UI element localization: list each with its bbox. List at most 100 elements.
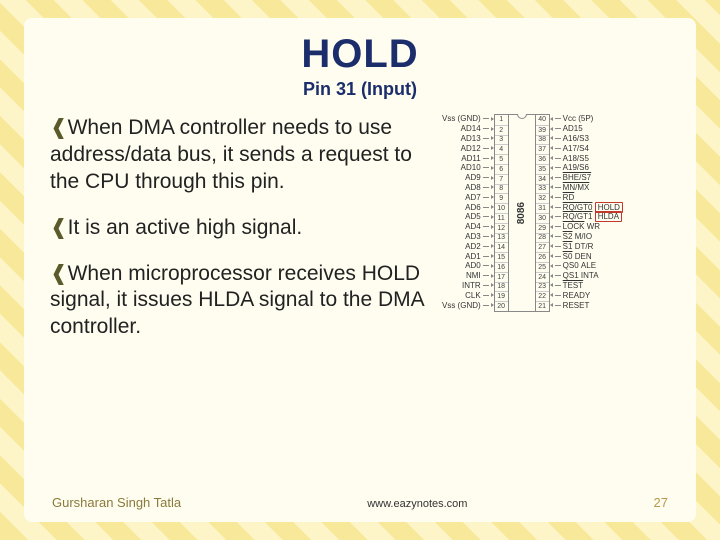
bullet-item: ❰When DMA controller needs to use addres… (50, 114, 432, 196)
pin-label-left: NMI (466, 271, 494, 281)
pin-label-right: MN/MX (550, 183, 590, 193)
bullet-text: When DMA controller needs to use address… (50, 116, 412, 193)
pin-label-left: AD13 (461, 134, 494, 144)
pin-number: 32 (536, 193, 549, 203)
pin-label-right: Vcc (5P) (550, 114, 594, 124)
pin-label-right: TEST (550, 281, 583, 291)
pin-number: 29 (536, 223, 549, 233)
pin-label-right: RESET (550, 300, 590, 310)
pin-label-left: AD0 (465, 261, 494, 271)
pin-number: 6 (495, 164, 508, 174)
left-pin-labels: Vss (GND)AD14AD13AD12AD11AD10AD9AD8AD7AD… (442, 114, 494, 312)
pin-number: 2 (495, 125, 508, 135)
pin-number: 4 (495, 144, 508, 154)
pin-label-left: AD8 (465, 183, 494, 193)
pin-label-left: AD2 (465, 241, 494, 251)
pin-number: 8 (495, 184, 508, 194)
bullet-icon: ❰ (50, 261, 68, 285)
pin-label-right: A16/S3 (550, 134, 589, 144)
bullet-item: ❰When microprocessor receives HOLD signa… (50, 260, 432, 342)
pin-number: 13 (495, 233, 508, 243)
pin-label-left: Vss (GND) (442, 114, 494, 124)
pin-label-right: RQ/GT1 HLDA (550, 212, 622, 222)
slide-title: HOLD (50, 32, 670, 77)
left-pin-numbers: 1234567891011121314151617181920 (494, 114, 508, 312)
pin-label-left: CLK (465, 290, 494, 300)
pin-number: 1 (495, 115, 508, 125)
pin-label-right: A17/S4 (550, 143, 589, 153)
pin-number: 28 (536, 233, 549, 243)
pin-label-left: AD9 (465, 173, 494, 183)
pin-label-left: AD5 (465, 212, 494, 222)
pin-number: 30 (536, 213, 549, 223)
pin-label-right: A18/S5 (550, 153, 589, 163)
pin-number: 33 (536, 184, 549, 194)
pin-number: 7 (495, 174, 508, 184)
pin-number: 18 (495, 282, 508, 292)
pin-number: 5 (495, 154, 508, 164)
pin-label-left: AD12 (461, 143, 494, 153)
pin-number: 11 (495, 213, 508, 223)
content-row: ❰ When DMA controller needs to use addres… (50, 114, 670, 359)
bullet-list: ❰ When DMA controller needs to use addres… (50, 114, 432, 359)
pin-label-left: INTR (462, 281, 494, 291)
pin-number: 22 (536, 291, 549, 301)
pin-label-right: QS1 INTA (550, 271, 599, 281)
bullet-text: It is an active high signal. (68, 216, 303, 239)
bullet-text: When microprocessor receives HOLD signal… (50, 262, 424, 339)
pin-number: 34 (536, 174, 549, 184)
pin-label-right: RD (550, 192, 575, 202)
pin-number: 20 (495, 301, 508, 311)
pin-label-left: AD11 (461, 153, 493, 163)
chip-name: 8086 (516, 202, 527, 224)
pin-number: 12 (495, 223, 508, 233)
pin-number: 16 (495, 262, 508, 272)
pin-label-left: AD1 (465, 251, 494, 261)
pin-label-right: S1 DT/R (550, 241, 594, 251)
slide-footer: Gursharan Singh Tatla www.eazynotes.com … (52, 495, 668, 510)
pin-number: 10 (495, 203, 508, 213)
pin-number: 21 (536, 301, 549, 311)
footer-page: 27 (654, 495, 668, 510)
chip-notch-icon (517, 114, 527, 119)
pin-label-left: AD3 (465, 232, 494, 242)
pin-label-right: LOCK WR (550, 222, 600, 232)
pin-label-right: S2 M/IO (550, 232, 592, 242)
pin-number: 24 (536, 272, 549, 282)
pin-label-right: A19/S6 (550, 163, 589, 173)
pin-label-right: BHE/S7 (550, 173, 591, 183)
pin-number: 26 (536, 252, 549, 262)
slide-subtitle: Pin 31 (Input) (50, 79, 670, 100)
pin-label-left: AD4 (465, 222, 494, 232)
slide: HOLD Pin 31 (Input) ❰ When DMA controller… (24, 18, 696, 522)
pin-number: 14 (495, 242, 508, 252)
pin-label-left: Vss (GND) (442, 300, 494, 310)
pin-number: 37 (536, 144, 549, 154)
pin-number: 40 (536, 115, 549, 125)
pin-label-right: QS0 ALE (550, 261, 596, 271)
pin-number: 25 (536, 262, 549, 272)
footer-author: Gursharan Singh Tatla (52, 495, 181, 510)
pin-label-left: AD10 (461, 163, 494, 173)
pin-label-left: AD14 (461, 124, 494, 134)
right-pin-labels: Vcc (5P)AD15A16/S3A17/S4A18/S5A19/S6BHE/… (550, 114, 623, 312)
pin-number: 9 (495, 193, 508, 203)
pin-number: 15 (495, 252, 508, 262)
pin-number: 39 (536, 125, 549, 135)
pin-number: 3 (495, 135, 508, 145)
pin-number: 23 (536, 282, 549, 292)
bullet-item: ❰It is an active high signal. (50, 214, 432, 242)
pin-number: 36 (536, 154, 549, 164)
chip-body: 8086 (508, 114, 536, 312)
pin-label-left: AD6 (465, 202, 494, 212)
pin-label-right: READY (550, 290, 591, 300)
pin-number: 19 (495, 291, 508, 301)
bullet-icon: ❰ (50, 215, 68, 239)
pin-number: 27 (536, 242, 549, 252)
pinout-diagram: Vss (GND)AD14AD13AD12AD11AD10AD9AD8AD7AD… (442, 114, 670, 359)
pin-number: 17 (495, 272, 508, 282)
pin-number: 35 (536, 164, 549, 174)
pin-number: 38 (536, 135, 549, 145)
pin-number: 31 (536, 203, 549, 213)
pin-label-right: AD15 (550, 124, 583, 134)
